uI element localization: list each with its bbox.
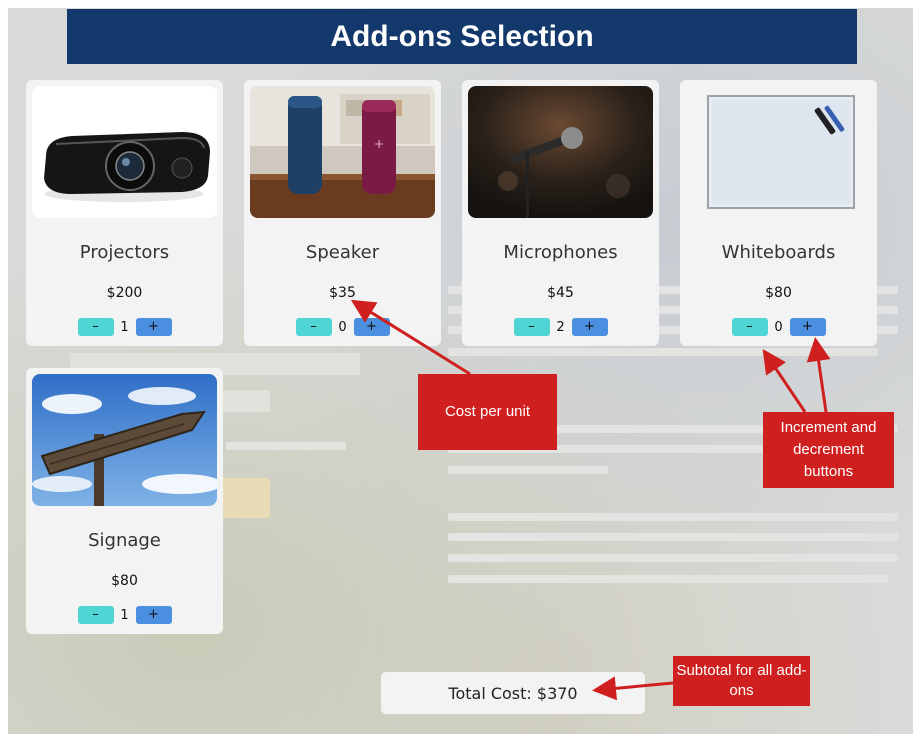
decrement-button[interactable]: – xyxy=(77,606,114,624)
decrement-button[interactable]: – xyxy=(77,318,114,336)
quantity-value: 1 xyxy=(120,607,129,623)
callout-cost-per-unit: Cost per unit xyxy=(418,374,557,450)
product-price: $200 xyxy=(106,285,143,301)
product-price: $35 xyxy=(329,285,356,301)
decrement-button[interactable]: – xyxy=(295,318,332,336)
background-text-line xyxy=(226,442,346,450)
product-card-projectors: Projectors $200 – 1 + xyxy=(26,80,223,346)
quantity-value: 1 xyxy=(120,319,129,335)
microphone-image xyxy=(468,86,653,218)
quantity-value: 0 xyxy=(338,319,347,335)
increment-button[interactable]: + xyxy=(135,606,172,624)
product-price: $80 xyxy=(765,285,792,301)
quantity-stepper: – 1 + xyxy=(26,318,223,336)
quantity-stepper: – 2 + xyxy=(462,318,659,336)
background-text-line xyxy=(448,554,898,562)
speaker-image: + xyxy=(250,86,435,218)
product-card-signage: Signage $80 – 1 + xyxy=(26,368,223,634)
total-cost: Total Cost: $370 xyxy=(381,672,645,714)
background-text-line xyxy=(448,348,878,356)
product-card-speaker: + Speaker $35 – 0 + xyxy=(244,80,441,346)
background-text-line xyxy=(448,466,608,474)
product-card-whiteboards: Whiteboards $80 – 0 + xyxy=(680,80,877,346)
quantity-stepper: – 0 + xyxy=(244,318,441,336)
whiteboard-image xyxy=(686,86,871,218)
quantity-value: 2 xyxy=(556,319,565,335)
background-text-line xyxy=(448,533,898,541)
product-name: Speaker xyxy=(305,242,380,263)
callout-increment-decrement: Increment and decrement buttons xyxy=(763,412,894,488)
signage-image xyxy=(32,374,217,506)
svg-text:+: + xyxy=(374,137,384,151)
quantity-stepper: – 0 + xyxy=(680,318,877,336)
background-button-ghost xyxy=(220,478,270,518)
background-text-line xyxy=(448,575,888,583)
increment-button[interactable]: + xyxy=(353,318,390,336)
increment-button[interactable]: + xyxy=(789,318,826,336)
product-name: Microphones xyxy=(503,242,618,263)
product-name: Whiteboards xyxy=(721,242,836,263)
increment-button[interactable]: + xyxy=(135,318,172,336)
increment-button[interactable]: + xyxy=(571,318,608,336)
product-name: Projectors xyxy=(79,242,170,263)
projector-image xyxy=(32,86,217,218)
product-card-microphones: Microphones $45 – 2 + xyxy=(462,80,659,346)
quantity-stepper: – 1 + xyxy=(26,606,223,624)
background-text-line xyxy=(448,513,898,521)
page-title: Add-ons Selection xyxy=(67,9,857,64)
product-price: $80 xyxy=(111,573,138,589)
callout-subtotal: Subtotal for all add-ons xyxy=(673,656,810,706)
quantity-value: 0 xyxy=(774,319,783,335)
product-name: Signage xyxy=(88,530,161,551)
product-price: $45 xyxy=(547,285,574,301)
decrement-button[interactable]: – xyxy=(731,318,768,336)
decrement-button[interactable]: – xyxy=(513,318,550,336)
